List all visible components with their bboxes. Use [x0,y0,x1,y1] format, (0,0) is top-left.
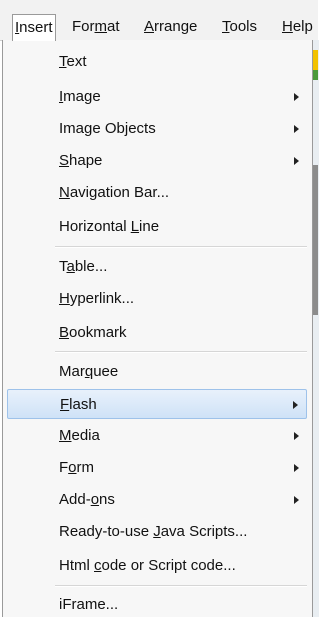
menu-format-b: at [107,18,120,35]
menu-item-image-objects[interactable]: Image Objects [7,114,307,144]
menu-separator [55,351,307,353]
menu-item-label: Image Objects [59,120,156,137]
background-scrollbar[interactable] [313,165,318,315]
mnemonic-l: L [130,218,140,235]
menu-item-label: Ready-to-use Java Scripts... [59,523,248,540]
menu-arrange-rest: rrange [154,18,198,35]
menu-item-label: Text [59,53,87,70]
menu-insert[interactable]: Insert [12,14,56,41]
menu-item-iframe[interactable]: iFrame... [7,590,307,620]
menu-item-label: Html code or Script code... [59,557,236,574]
mnemonic-i: I [59,88,64,105]
submenu-arrow-icon [293,401,298,409]
menu-format[interactable]: Format [70,16,122,38]
mnemonic-s: S [59,152,70,169]
menu-item-horizontal-line[interactable]: Horizontal Line [7,212,307,242]
menu-item-java-scripts[interactable]: Ready-to-use Java Scripts... [7,517,307,547]
mnemonic-f: F [60,396,70,413]
menu-item-text[interactable]: Text [7,47,307,77]
menu-arrange-mnemonic: A [144,18,155,35]
menu-item-label: Hyperlink... [59,290,135,307]
menu-item-label: Horizontal Line [59,218,160,235]
menu-item-shape[interactable]: Shape [7,146,307,176]
submenu-arrow-icon [294,125,299,133]
menu-item-label: Image [59,88,101,105]
menu-item-label: Shape [59,152,103,169]
menu-insert-rest: nsert [19,19,53,36]
menu-item-label: Table... [59,258,108,275]
mnemonic-j2: J [153,523,161,540]
menu-item-navigation-bar[interactable]: Navigation Bar... [7,178,307,208]
submenu-arrow-icon [294,496,299,504]
menu-item-media[interactable]: Media [7,421,307,451]
submenu-arrow-icon [294,93,299,101]
insert-dropdown-menu: Text Image Image Objects Shape Navigatio… [2,40,313,617]
menu-separator [55,246,307,248]
mnemonic-c: c [94,557,102,574]
menu-help-rest: elp [292,18,313,35]
menu-tools-mnemonic: T [222,18,230,35]
menu-item-label: Bookmark [59,324,127,341]
menu-arrange[interactable]: Arrange [142,16,199,38]
mnemonic-o: o [68,459,77,476]
menu-item-bookmark[interactable]: Bookmark [7,318,307,348]
mnemonic-m: M [59,427,72,444]
menu-item-table[interactable]: Table... [7,252,307,282]
menu-help[interactable]: Help [280,16,315,38]
menu-item-label: Marquee [59,363,119,380]
mnemonic-a: a [66,258,75,275]
menu-separator [55,585,307,587]
mnemonic-t: T [59,53,67,70]
mnemonic-b: B [59,324,70,341]
menu-item-label: Media [59,427,100,444]
menu-item-label: Navigation Bar... [59,184,170,201]
menu-item-label: Add-ons [59,491,115,508]
menu-item-label: Form [59,459,95,476]
submenu-arrow-icon [294,432,299,440]
menu-item-html-code[interactable]: Html code or Script code... [7,551,307,581]
mnemonic-n: N [59,184,70,201]
mnemonic-j: j [124,120,129,137]
mnemonic-o2: o [90,491,100,508]
menu-item-marquee[interactable]: Marquee [7,357,307,387]
mnemonic-h: H [59,290,70,307]
menu-item-form[interactable]: Form [7,453,307,483]
menu-tools-rest: ools [229,18,258,35]
mnemonic-q: q [84,363,94,380]
submenu-arrow-icon [294,157,299,165]
menu-format-a: For [72,18,95,35]
menu-item-label: Flash [60,396,97,413]
menu-item-hyperlink[interactable]: Hyperlink... [7,284,307,314]
menu-item-flash[interactable]: Flash [7,389,307,419]
menu-help-mnemonic: H [282,18,293,35]
menu-item-add-ons[interactable]: Add-ons [7,485,307,515]
menu-format-mnemonic: m [94,18,108,35]
menu-item-label: iFrame... [59,596,119,613]
submenu-arrow-icon [294,464,299,472]
menu-tools[interactable]: Tools [220,16,259,38]
menu-item-image[interactable]: Image [7,82,307,112]
menu-bar: Insert Format Arrange Tools Help [0,0,318,41]
